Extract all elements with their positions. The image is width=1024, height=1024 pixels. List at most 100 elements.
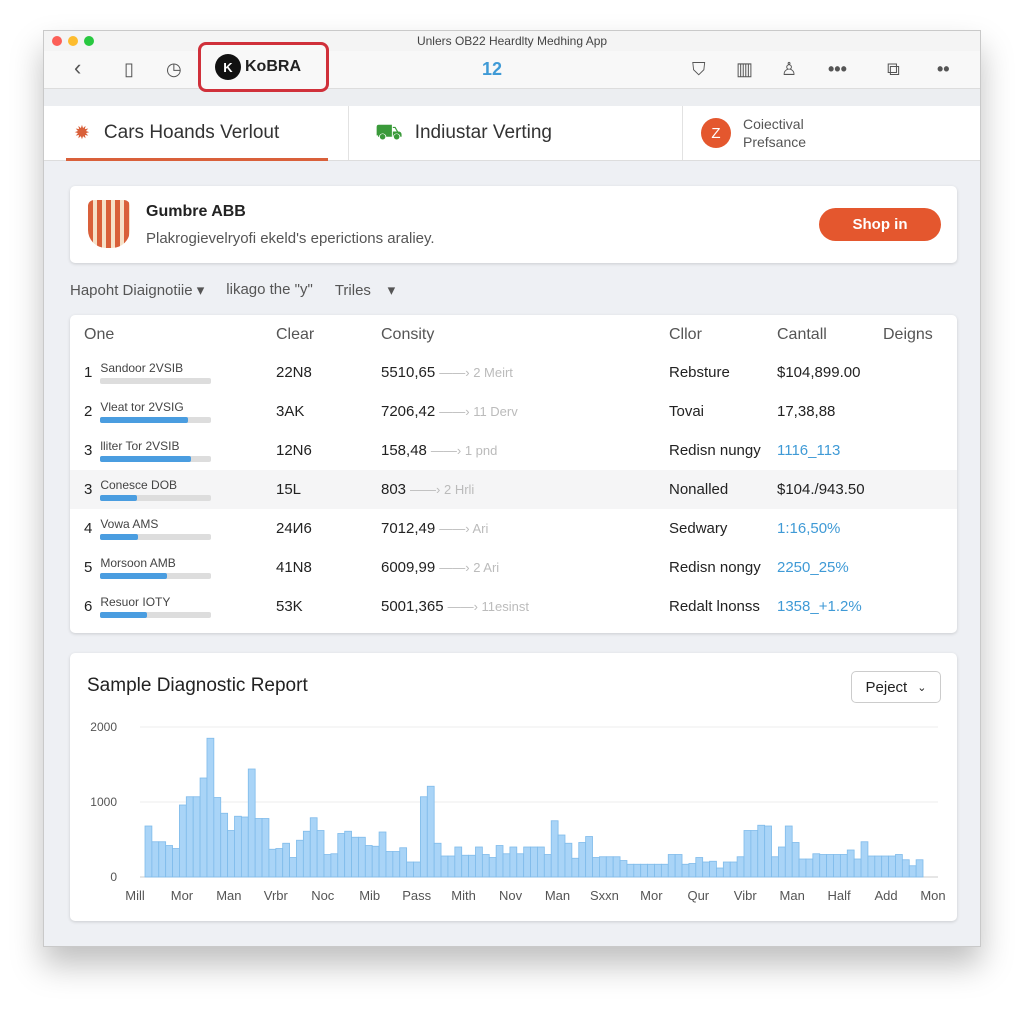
filter-diagnostic[interactable]: Hapoht Diaignotiie ▾ bbox=[70, 281, 204, 299]
data-table: One Clear Consity Cllor Cantall Deigns 1… bbox=[70, 317, 957, 626]
chart-bar bbox=[488, 857, 497, 878]
row-progress-bar bbox=[100, 534, 212, 540]
tab-collective[interactable]: Z Coiectival Prefsance bbox=[683, 106, 980, 160]
filter-triles[interactable]: Triles ▾ bbox=[335, 281, 395, 299]
row-progress-bar bbox=[100, 495, 212, 501]
chart-bar bbox=[330, 853, 339, 878]
table-row[interactable]: 2 Vleat tor 2VSIG 3AK 7206,42 ——› 11 Derv … bbox=[70, 392, 957, 431]
chart-bar bbox=[881, 855, 889, 878]
table-row[interactable]: 3 lliter Tor 2VSIB 12N6 158,48 ——› 1 pnd R… bbox=[70, 431, 957, 470]
tab-cars[interactable]: ✹ Cars Hoands Verlout bbox=[44, 106, 349, 161]
chart-bar bbox=[647, 863, 655, 878]
back-icon[interactable]: ‹ bbox=[74, 55, 81, 81]
x-tick-label: Half bbox=[828, 888, 852, 903]
chart-bar bbox=[240, 816, 249, 878]
chart-bar bbox=[716, 867, 724, 878]
chart-bar bbox=[351, 836, 359, 878]
table-row[interactable]: 6 Resuor IOTY 53K 5001,365 ——› 11esinst Re… bbox=[70, 587, 957, 626]
chart-bar bbox=[406, 861, 414, 878]
chart-bar bbox=[392, 851, 401, 878]
app-window: Unlers OB22 Heardlty Medhing App ‹ ▯ ◷ K… bbox=[43, 30, 981, 947]
cell-cllor: Redalt lnonss bbox=[669, 598, 760, 615]
chart-bar bbox=[385, 851, 394, 878]
chart-bar bbox=[667, 854, 676, 878]
chart-bar bbox=[475, 846, 483, 878]
chart-bar bbox=[537, 846, 545, 878]
chart-bar bbox=[585, 836, 593, 878]
col-header-cantall[interactable]: Cantall bbox=[777, 317, 883, 353]
kobra-logo[interactable]: K KoBRA bbox=[198, 42, 329, 92]
overflow-icon[interactable]: •• bbox=[937, 59, 950, 80]
chart-bar bbox=[234, 815, 242, 878]
report-card: Sample Diagnostic Report Peject ⌄ 0 1000 20… bbox=[70, 653, 957, 921]
row-progress-bar bbox=[100, 573, 212, 579]
clock-icon[interactable]: ◷ bbox=[166, 59, 182, 80]
col-header-deigns[interactable]: Deigns bbox=[883, 317, 957, 353]
chart-bar bbox=[247, 768, 256, 878]
cell-cantall: $104,899.00 bbox=[777, 364, 861, 381]
chart-bar bbox=[860, 841, 869, 878]
row-number: 1 bbox=[84, 364, 93, 381]
chart-bar bbox=[227, 830, 235, 878]
row-number: 3 bbox=[84, 442, 93, 459]
chart-bar bbox=[688, 863, 697, 878]
chart-bar bbox=[612, 856, 621, 878]
col-header-one[interactable]: One bbox=[70, 317, 276, 353]
row-progress-bar bbox=[100, 378, 212, 384]
chart-bar bbox=[440, 855, 449, 878]
chart-bar bbox=[172, 848, 180, 878]
row-number: 6 bbox=[84, 598, 93, 615]
col-header-cllor[interactable]: Cllor bbox=[669, 317, 777, 353]
chart-bar bbox=[323, 854, 332, 878]
chart-bar bbox=[337, 833, 346, 878]
chart-bar bbox=[771, 856, 779, 878]
cell-cllor: Sedwary bbox=[669, 520, 728, 537]
chart-bar bbox=[433, 842, 442, 878]
cell-clear: 12N6 bbox=[276, 442, 312, 459]
chart-bar bbox=[151, 841, 160, 878]
x-tick-label: Add bbox=[874, 888, 897, 903]
table-row[interactable]: 4 Vowa AMS 24И6 7012,49 ——› Ari Sedwary 1:… bbox=[70, 509, 957, 548]
chart-bar bbox=[895, 854, 903, 878]
chart-bar bbox=[564, 842, 573, 878]
close-window-button[interactable] bbox=[52, 36, 62, 46]
row-name: Resuor IOTY bbox=[100, 595, 171, 609]
cell-cantall: $104./943.50 bbox=[777, 470, 883, 509]
book-icon[interactable]: ▥ bbox=[736, 59, 753, 80]
chart-bar bbox=[426, 785, 435, 878]
table-row[interactable]: 1 Sandoor 2VSIB 22N8 5510,65 ——› 2 Meirt R… bbox=[70, 353, 957, 392]
chart-bar bbox=[461, 854, 469, 878]
chart-bar bbox=[358, 836, 366, 878]
x-tick-label: Qur bbox=[687, 888, 709, 903]
filter-icon[interactable]: ⛉ bbox=[692, 59, 706, 80]
cell-clear: 3AK bbox=[276, 403, 305, 420]
chart-bar bbox=[605, 856, 614, 878]
diagnostic-bar-chart: 0 1000 2000 Mill Mor Man Vrbr Noc Mib Pass Mith Nov… bbox=[90, 720, 945, 903]
maximize-window-button[interactable] bbox=[84, 36, 94, 46]
table-row[interactable]: 3 Conesce DOB 15L 803 ——› 2 Hrli Nonalled … bbox=[70, 470, 957, 509]
chart-bar bbox=[874, 855, 883, 878]
chart-bar bbox=[846, 849, 855, 878]
chart-bar bbox=[784, 825, 793, 878]
chart-bar bbox=[447, 855, 456, 878]
chart-bar bbox=[289, 857, 297, 878]
col-header-clear[interactable]: Clear bbox=[276, 317, 381, 353]
chart-bar bbox=[213, 797, 222, 878]
tab-industar[interactable]: ⛟ Indiustar Verting bbox=[349, 106, 683, 160]
chart-bar bbox=[791, 842, 800, 878]
copy-icon[interactable]: ⧉ bbox=[887, 59, 900, 80]
chart-bar bbox=[296, 839, 304, 878]
table-row[interactable]: 5 Morsoon AMB 41N8 6009,99 ——› 2 Ari Redis… bbox=[70, 548, 957, 587]
clipboard-icon[interactable]: ▯ bbox=[124, 59, 134, 80]
cell-cantall: 1:16,50% bbox=[777, 520, 841, 537]
row-name: Conesce DOB bbox=[100, 478, 178, 492]
minimize-window-button[interactable] bbox=[68, 36, 78, 46]
cell-cllor: Redisn nungy bbox=[669, 442, 761, 459]
shop-button[interactable]: Shop in bbox=[819, 208, 941, 241]
chart-bar bbox=[640, 863, 649, 878]
col-header-consity[interactable]: Consity bbox=[381, 317, 669, 353]
user-icon[interactable]: ♙ bbox=[781, 59, 797, 80]
filter-likago[interactable]: likago the "y" bbox=[226, 281, 313, 299]
data-table-card: One Clear Consity Cllor Cantall Deigns 1… bbox=[70, 315, 957, 633]
more-icon[interactable]: ••• bbox=[828, 59, 847, 80]
